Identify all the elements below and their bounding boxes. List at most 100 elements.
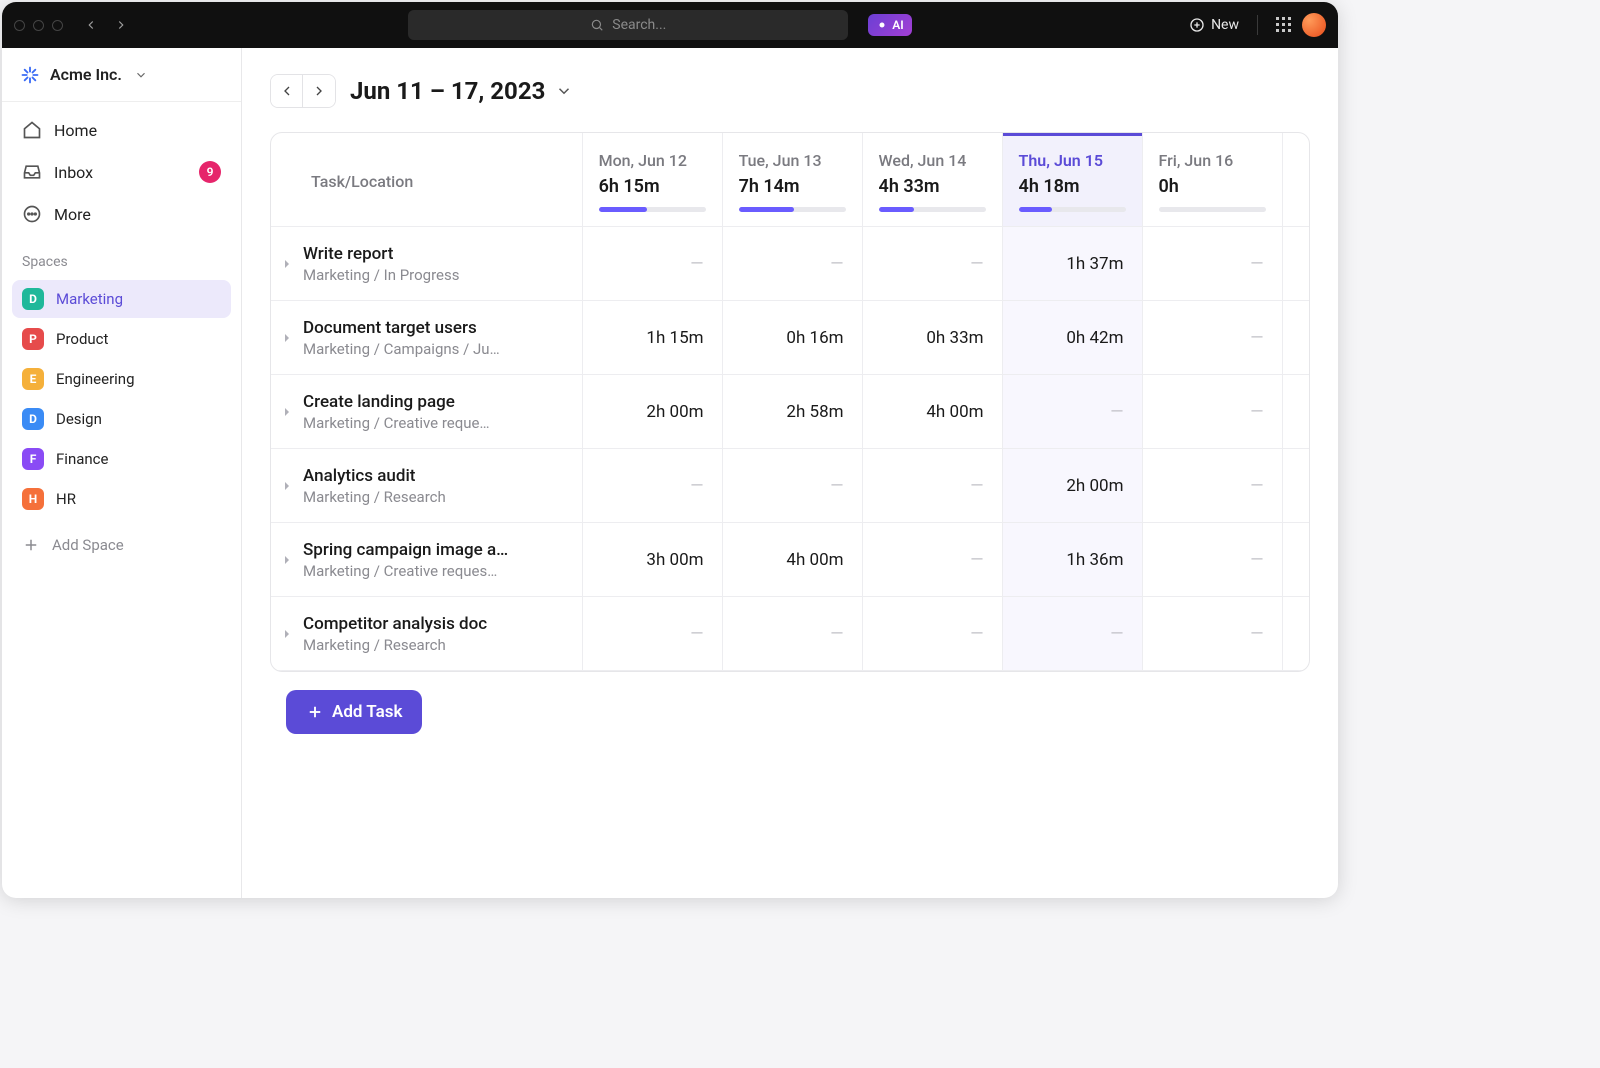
plus-icon	[22, 536, 40, 554]
workspace-switcher[interactable]: Acme Inc.	[2, 48, 241, 102]
spaces-heading: Spaces	[2, 234, 241, 278]
ai-button[interactable]: AI	[868, 14, 911, 36]
time-cell[interactable]: —	[1142, 597, 1282, 671]
task-cell[interactable]: Analytics audit Marketing / Research	[271, 449, 582, 523]
time-cell[interactable]: —	[722, 449, 862, 523]
task-row: Write reportMarketing / In Progress———1h…	[271, 227, 1309, 301]
add-task-button[interactable]: Add Task	[286, 690, 422, 734]
task-cell[interactable]: Document target usersMarketing / Campaig…	[271, 301, 582, 375]
time-cell[interactable]: —	[1142, 375, 1282, 449]
time-cell[interactable]: 4h 00m	[722, 523, 862, 597]
add-space-button[interactable]: Add Space	[12, 526, 231, 564]
task-cell[interactable]: Spring campaign image a…Marketing / Crea…	[271, 523, 582, 597]
chevron-down-icon	[134, 68, 148, 82]
timesheet-table: Task/LocationMon, Jun 126h 15mTue, Jun 1…	[270, 132, 1310, 672]
time-cell[interactable]: 2h 00m	[582, 375, 722, 449]
task-path: Marketing / Research	[303, 488, 446, 506]
time-cell[interactable]: 1h 15m	[582, 301, 722, 375]
column-header-task: Task/Location	[271, 133, 582, 227]
time-cell[interactable]: 0h 16m	[722, 301, 862, 375]
time-cell[interactable]: —	[722, 227, 862, 301]
main-content: Jun 11 – 17, 2023 Task/LocationMon, Jun …	[242, 48, 1338, 898]
time-cell[interactable]: —	[582, 597, 722, 671]
day-progress-bar	[1019, 207, 1126, 212]
time-cell[interactable]: —	[862, 449, 1002, 523]
search-input[interactable]: Search...	[408, 10, 848, 40]
task-cell[interactable]: Write reportMarketing / In Progress	[271, 227, 582, 301]
space-badge-icon: H	[22, 488, 44, 510]
app-window: Search... AI New	[2, 2, 1338, 898]
time-cell[interactable]: —	[1002, 375, 1142, 449]
history-back-button[interactable]	[81, 15, 101, 35]
column-header-day[interactable]: Tue, Jun 137h 14m	[722, 133, 862, 227]
sidebar-space-engineering[interactable]: EEngineering	[12, 360, 231, 398]
space-badge-icon: P	[22, 328, 44, 350]
column-header-day[interactable]: Wed, Jun 144h 33m	[862, 133, 1002, 227]
time-cell[interactable]: 3h 00m	[582, 523, 722, 597]
time-cell[interactable]: —	[1142, 523, 1282, 597]
task-row: Competitor analysis docMarketing / Resea…	[271, 597, 1309, 671]
nav-more[interactable]: More	[12, 194, 231, 234]
time-cell[interactable]: 4h 00m	[862, 375, 1002, 449]
user-avatar[interactable]	[1302, 13, 1326, 37]
task-path: Marketing / Creative reque…	[303, 414, 490, 432]
new-button[interactable]: New	[1189, 17, 1239, 33]
apps-grid-icon[interactable]	[1276, 17, 1292, 33]
inbox-icon	[22, 162, 42, 182]
sidebar-space-design[interactable]: DDesign	[12, 400, 231, 438]
history-forward-button[interactable]	[111, 15, 131, 35]
home-icon	[22, 120, 42, 140]
sidebar-space-marketing[interactable]: DMarketing	[12, 280, 231, 318]
time-cell[interactable]: —	[722, 597, 862, 671]
task-path: Marketing / Research	[303, 636, 487, 654]
task-cell[interactable]: Create landing page Marketing / Creative …	[271, 375, 582, 449]
column-header-day[interactable]: Thu, Jun 154h 18m	[1002, 133, 1142, 227]
caret-right-icon[interactable]	[279, 256, 295, 272]
time-cell[interactable]: 0h 42m	[1002, 301, 1142, 375]
time-cell[interactable]: 2h 58m	[722, 375, 862, 449]
nav-home[interactable]: Home	[12, 110, 231, 150]
time-cell[interactable]: —	[1002, 597, 1142, 671]
column-header-day[interactable]: Mon, Jun 126h 15m	[582, 133, 722, 227]
next-week-button[interactable]	[303, 75, 335, 107]
time-cell[interactable]: —	[582, 449, 722, 523]
time-cell[interactable]: —	[582, 227, 722, 301]
time-cell[interactable]: —	[862, 597, 1002, 671]
time-cell[interactable]: —	[862, 523, 1002, 597]
caret-right-icon[interactable]	[279, 330, 295, 346]
task-title: Analytics audit	[303, 466, 446, 486]
task-row: Analytics auditMarketing / Research———2h…	[271, 449, 1309, 523]
caret-right-icon[interactable]	[279, 404, 295, 420]
space-label: Finance	[56, 450, 108, 468]
column-header-day[interactable]: Fri, Jun 160h	[1142, 133, 1282, 227]
day-progress-bar	[599, 207, 706, 212]
nav-inbox[interactable]: Inbox 9	[12, 152, 231, 192]
caret-right-icon[interactable]	[279, 626, 295, 642]
task-title: Create landing page	[303, 392, 490, 412]
workspace-name: Acme Inc.	[50, 65, 122, 84]
task-path: Marketing / Creative reques…	[303, 562, 508, 580]
task-cell[interactable]: Competitor analysis docMarketing / Resea…	[271, 597, 582, 671]
time-cell[interactable]: 1h 36m	[1002, 523, 1142, 597]
day-progress-bar	[739, 207, 846, 212]
prev-week-button[interactable]	[271, 75, 303, 107]
sidebar-space-finance[interactable]: FFinance	[12, 440, 231, 478]
time-cell[interactable]: —	[1142, 449, 1282, 523]
window-controls[interactable]	[14, 20, 63, 31]
time-cell[interactable]: 2h 00m	[1002, 449, 1142, 523]
space-badge-icon: D	[22, 288, 44, 310]
task-title: Write report	[303, 244, 459, 264]
sidebar-space-product[interactable]: PProduct	[12, 320, 231, 358]
time-cell[interactable]: 0h 33m	[862, 301, 1002, 375]
search-placeholder: Search...	[612, 17, 666, 33]
time-cell[interactable]: —	[862, 227, 1002, 301]
workspace-logo-icon	[20, 65, 40, 85]
sidebar-space-hr[interactable]: HHR	[12, 480, 231, 518]
time-cell[interactable]: —	[1142, 227, 1282, 301]
caret-right-icon[interactable]	[279, 478, 295, 494]
time-cell[interactable]: 1h 37m	[1002, 227, 1142, 301]
plus-icon	[306, 703, 324, 721]
date-range-picker[interactable]: Jun 11 – 17, 2023	[350, 77, 573, 105]
caret-right-icon[interactable]	[279, 552, 295, 568]
time-cell[interactable]: —	[1142, 301, 1282, 375]
